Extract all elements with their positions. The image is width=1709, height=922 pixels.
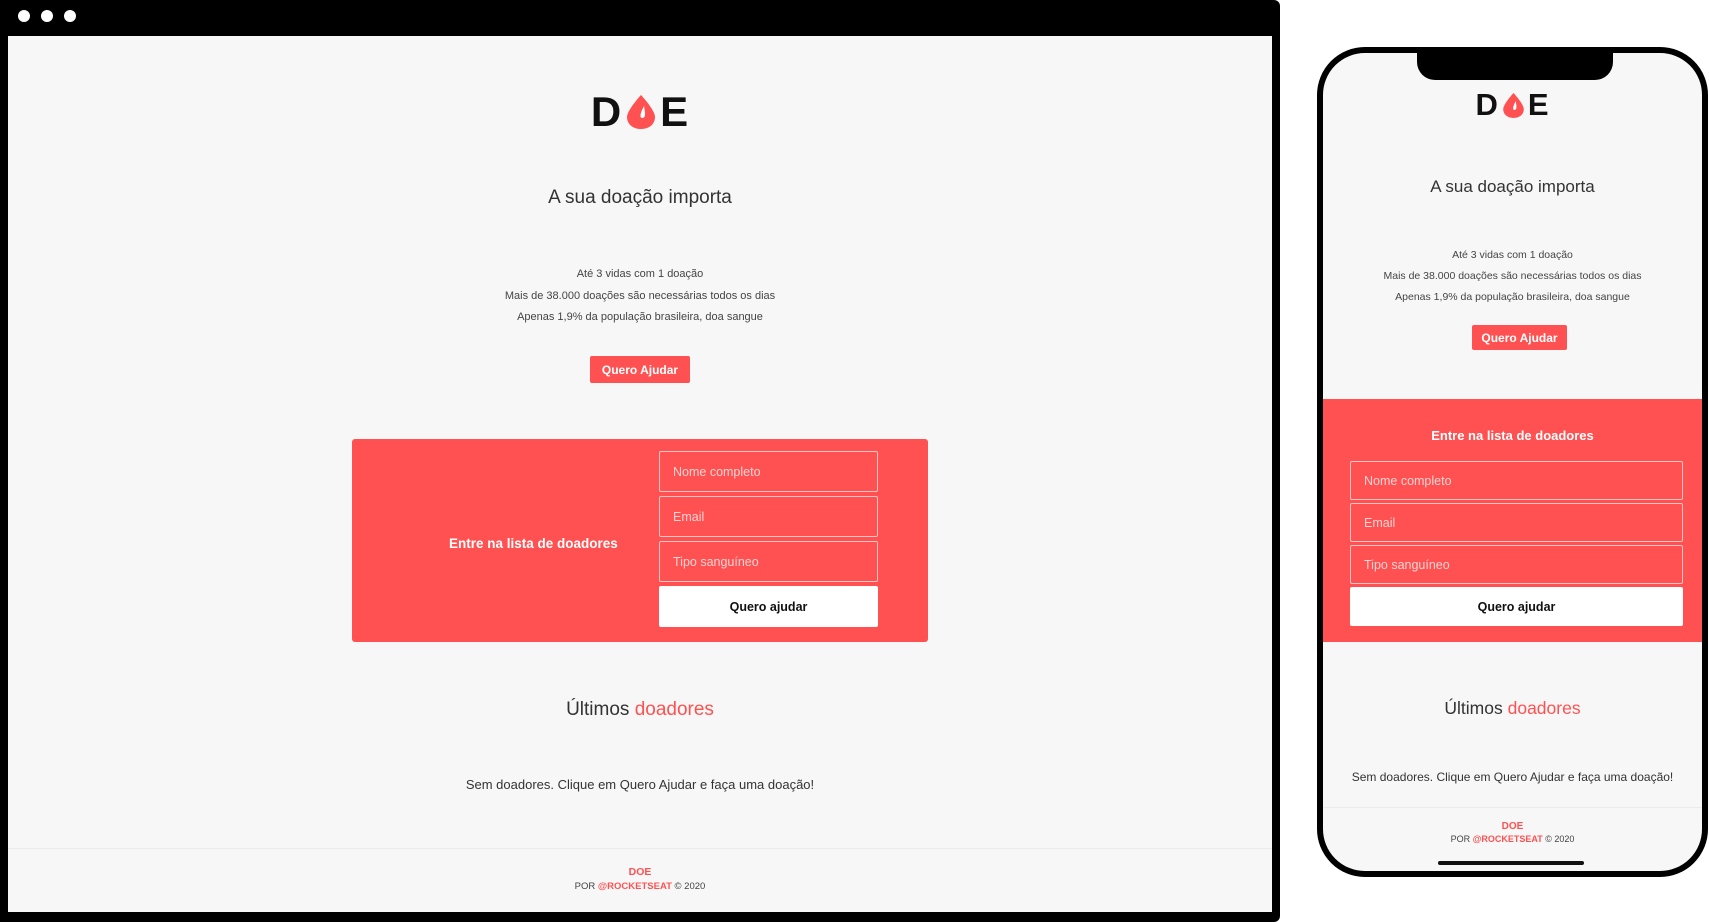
- logo-letter-e: E: [1527, 87, 1550, 122]
- logo-letter-d: D: [1475, 87, 1499, 122]
- stat-line: Mais de 38.000 doações são necessárias t…: [1383, 270, 1642, 282]
- home-indicator: [1438, 861, 1584, 865]
- last-donors-title: Últimos doadores: [566, 699, 714, 720]
- quero-ajudar-button[interactable]: Quero Ajudar: [1472, 325, 1567, 350]
- desktop-browser-mockup: D E A sua doação importa Até 3 vidas com…: [0, 0, 1280, 922]
- stat-line: Até 3 vidas com 1 doação: [576, 268, 704, 280]
- window-dot-maximize[interactable]: [64, 10, 76, 22]
- email-input[interactable]: Email: [1350, 503, 1683, 542]
- logo: D E: [8, 88, 1272, 136]
- window-dot-close[interactable]: [18, 10, 30, 22]
- donor-signup-form: Entre na lista de doadores Nome completo…: [1323, 399, 1702, 642]
- footer-credits: POR @ROCKETSEAT © 2020: [1450, 834, 1575, 844]
- blood-type-input[interactable]: Tipo sanguíneo: [1350, 545, 1683, 584]
- blood-type-input[interactable]: Tipo sanguíneo: [659, 541, 878, 582]
- rocketseat-link[interactable]: @ROCKETSEAT: [1473, 834, 1543, 844]
- form-title: Entre na lista de doadores: [449, 536, 618, 551]
- window-controls: [18, 10, 76, 22]
- stat-line: Até 3 vidas com 1 doação: [1452, 249, 1573, 261]
- quero-ajudar-button[interactable]: Quero Ajudar: [590, 356, 690, 383]
- full-name-input[interactable]: Nome completo: [659, 451, 878, 492]
- form-title: Entre na lista de doadores: [1431, 428, 1594, 443]
- phone-notch: [1417, 53, 1613, 80]
- window-dot-minimize[interactable]: [41, 10, 53, 22]
- empty-donors-message: Sem doadores. Clique em Quero Ajudar e f…: [465, 777, 815, 792]
- footer: DOE POR @ROCKETSEAT © 2020: [1323, 807, 1702, 871]
- stat-line: Apenas 1,9% da população brasileira, doa…: [1395, 291, 1630, 303]
- empty-donors-message: Sem doadores. Clique em Quero Ajudar e f…: [1351, 770, 1674, 784]
- submit-button[interactable]: Quero ajudar: [1350, 587, 1683, 626]
- mobile-phone-mockup: D E A sua doação importa Até 3 vidas com…: [1317, 47, 1708, 877]
- stat-line: Apenas 1,9% da população brasileira, doa…: [517, 311, 763, 323]
- full-name-input[interactable]: Nome completo: [1350, 461, 1683, 500]
- hero-stats: Até 3 vidas com 1 doação Mais de 38.000 …: [1323, 245, 1702, 308]
- logo-letter-d: D: [590, 88, 623, 135]
- stat-line: Mais de 38.000 doações são necessárias t…: [504, 289, 776, 302]
- logo-letter-e: E: [660, 88, 690, 135]
- donor-signup-form: Entre na lista de doadores Nome completo…: [352, 439, 928, 642]
- logo: D E: [1323, 87, 1702, 123]
- submit-button[interactable]: Quero ajudar: [659, 586, 878, 627]
- blood-drop-icon: [1503, 92, 1524, 118]
- desktop-page: D E A sua doação importa Até 3 vidas com…: [8, 36, 1272, 912]
- last-donors-title: Últimos doadores: [1444, 698, 1581, 718]
- footer-brand: DOE: [1501, 821, 1524, 832]
- email-input[interactable]: Email: [659, 496, 878, 537]
- blood-drop-icon: [627, 95, 656, 129]
- footer: DOE POR @ROCKETSEAT © 2020: [8, 848, 1272, 912]
- hero-title: A sua doação importa: [1430, 177, 1595, 196]
- footer-brand: DOE: [628, 866, 652, 878]
- rocketseat-link[interactable]: @ROCKETSEAT: [598, 881, 672, 892]
- hero-stats: Até 3 vidas com 1 doação Mais de 38.000 …: [8, 264, 1272, 329]
- hero-title: A sua doação importa: [548, 187, 732, 208]
- footer-credits: POR @ROCKETSEAT © 2020: [574, 881, 706, 892]
